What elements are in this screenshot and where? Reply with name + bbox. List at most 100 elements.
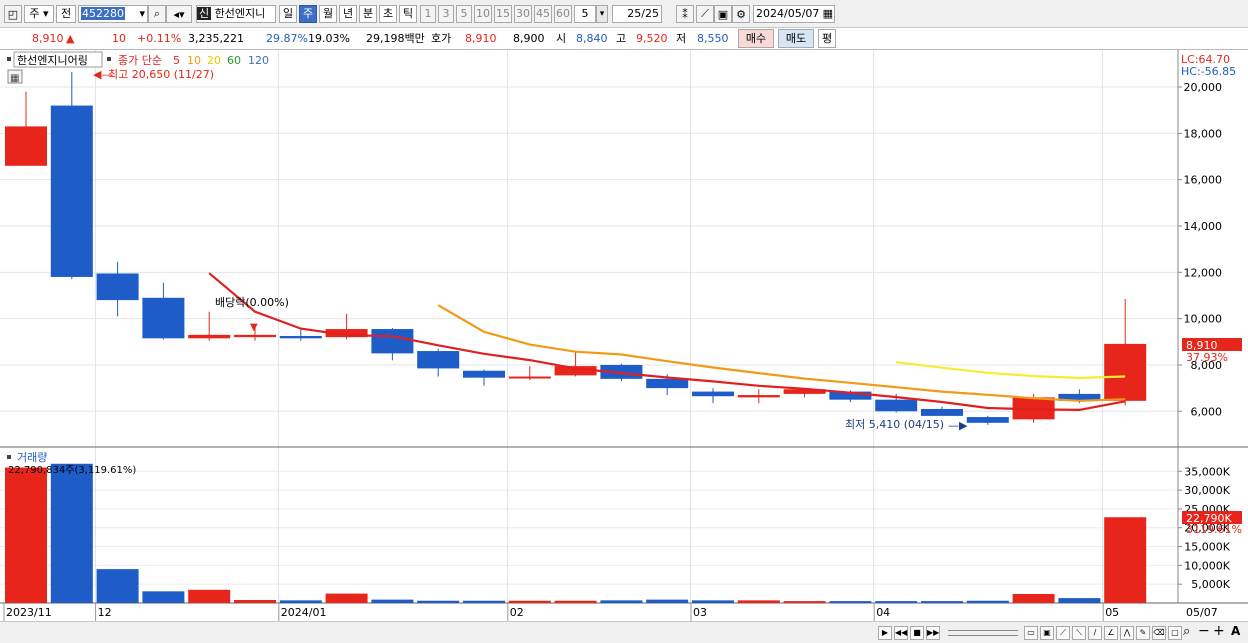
draw-icon[interactable]: ⟍ <box>1072 626 1086 640</box>
layout2-icon[interactable]: ▣ <box>1040 626 1054 640</box>
tab-monthly[interactable]: 월 <box>319 5 337 23</box>
interval-5[interactable]: 5 <box>456 5 472 23</box>
stock-code-input[interactable]: 452280 ▾ <box>78 5 148 23</box>
candle-body <box>188 334 231 339</box>
candle-body <box>508 376 551 379</box>
candle-body <box>921 408 963 416</box>
candle-body <box>234 334 276 338</box>
candle-body <box>463 370 505 378</box>
prev-button[interactable]: 전 <box>56 5 76 23</box>
volume-ratio: 29.87% <box>266 32 308 45</box>
change-percent: +0.11% <box>137 32 182 45</box>
window-icon[interactable]: ◰ <box>4 5 22 23</box>
rewind-icon[interactable]: ◀◀ <box>894 626 908 640</box>
tab-weekly[interactable]: 주 <box>299 5 317 23</box>
unit-dropdown[interactable]: ▾ <box>596 5 608 23</box>
stock-name-field[interactable]: 신 한선엔지니 <box>196 5 276 23</box>
ray-icon[interactable]: ∠ <box>1104 626 1118 640</box>
stock-chart[interactable]: 6,0008,00010,00012,00014,00016,00018,000… <box>0 50 1248 621</box>
compare-icon[interactable]: ⁑ <box>676 5 694 23</box>
x-tick-label: 04 <box>876 606 890 619</box>
volume-bar <box>1104 517 1147 603</box>
date-input[interactable]: 2024/05/07 ▦ <box>753 5 835 23</box>
candle-body <box>279 336 322 339</box>
legend-ma-label: 종가 단순 <box>118 54 162 67</box>
speaker-icon[interactable]: ◂▾ <box>166 5 192 23</box>
ask-price: 8,910 <box>465 32 497 45</box>
volume-legend-marker <box>7 455 11 459</box>
period-select[interactable]: 주 ▾ <box>24 5 54 23</box>
tab-second[interactable]: 초 <box>379 5 397 23</box>
x-end-label: 05/07 <box>1186 606 1218 619</box>
legend-ma-20: 20 <box>207 54 221 67</box>
candle-body <box>737 395 780 398</box>
up-arrow-icon: ▲ <box>66 32 75 45</box>
zoom-slider[interactable] <box>948 630 1018 636</box>
ask-label: 호가 <box>431 32 452 45</box>
fit-icon[interactable]: ▢ <box>1168 626 1182 640</box>
volume-bar <box>875 601 918 603</box>
fibo-icon[interactable]: ⋀ <box>1120 626 1134 640</box>
volume-bar <box>1012 593 1055 603</box>
volume-bar <box>279 600 322 603</box>
bottom-toolbar: ▶ ◀◀ ■ ▶▶ ▭ ▣ ⟋ ⟍ / ∠ ⋀ ✎ ⌫ ▢ ⌕ − + A <box>0 621 1248 643</box>
interval-10[interactable]: 10 <box>474 5 492 23</box>
save-icon[interactable]: ▣ <box>714 5 732 23</box>
volume-bar <box>783 601 826 603</box>
legend-ma-120: 120 <box>248 54 269 67</box>
volume-bar <box>188 589 231 603</box>
volume-value: 3,235,221 <box>188 32 244 45</box>
pen-icon[interactable]: ✎ <box>1136 626 1150 640</box>
legend-marker <box>7 57 11 61</box>
font-size-icon[interactable]: A <box>1231 624 1240 638</box>
price-tick-label: 10,000 <box>1184 313 1223 326</box>
avg-button[interactable]: 평 <box>818 29 836 48</box>
stop-icon[interactable]: ■ <box>910 626 924 640</box>
period-label: 주 <box>29 7 40 20</box>
scroll-right-icon[interactable]: ▶ <box>878 626 892 640</box>
interval-45[interactable]: 45 <box>534 5 552 23</box>
bid-price: 8,900 <box>513 32 545 45</box>
volume-bar <box>646 599 689 603</box>
interval-15[interactable]: 15 <box>494 5 512 23</box>
calendar-icon[interactable]: ▦ <box>823 6 833 22</box>
interval-3[interactable]: 3 <box>438 5 454 23</box>
magnifier-icon[interactable]: ⌕ <box>1183 624 1190 639</box>
tab-minute[interactable]: 분 <box>359 5 377 23</box>
zoom-in-icon[interactable]: + <box>1213 623 1225 639</box>
tab-daily[interactable]: 일 <box>279 5 297 23</box>
buy-button[interactable]: 매수 <box>738 29 774 48</box>
layout-icon[interactable]: ▭ <box>1024 626 1038 640</box>
volume-tick-label: 10,000K <box>1184 559 1230 572</box>
eraser-icon[interactable]: ⌫ <box>1152 626 1166 640</box>
draw-tool-icon[interactable]: ⟋ <box>696 5 714 23</box>
x-tick-label: 03 <box>693 606 707 619</box>
candle-body <box>142 297 185 339</box>
tab-yearly[interactable]: 년 <box>339 5 357 23</box>
trend-icon[interactable]: ⟋ <box>1056 626 1070 640</box>
interval-30[interactable]: 30 <box>514 5 532 23</box>
tab-tick[interactable]: 틱 <box>399 5 417 23</box>
gear-icon[interactable]: ⚙ <box>732 5 750 23</box>
price-tick-label: 14,000 <box>1184 220 1223 233</box>
search-icon[interactable]: ⌕ <box>148 5 166 23</box>
open-label: 시 <box>556 32 567 45</box>
hc-value: HC:-56.85 <box>1181 65 1236 78</box>
line-icon[interactable]: / <box>1088 626 1102 640</box>
price-tick-label: 16,000 <box>1184 174 1223 187</box>
volume-bar <box>508 600 551 603</box>
volume-bar <box>142 591 185 603</box>
sell-button[interactable]: 매도 <box>778 29 814 48</box>
interval-60[interactable]: 60 <box>554 5 572 23</box>
high-price: 9,520 <box>636 32 668 45</box>
interval-1[interactable]: 1 <box>420 5 436 23</box>
unit-input[interactable]: 5 <box>574 5 596 23</box>
chevron-down-icon: ▾ <box>139 7 145 20</box>
volume-tag-percent: 3119.61% <box>1186 523 1242 536</box>
fast-forward-icon[interactable]: ▶▶ <box>926 626 940 640</box>
zoom-out-icon[interactable]: − <box>1198 623 1210 639</box>
candle-body <box>692 391 734 397</box>
volume-tick-label: 35,000K <box>1184 465 1230 478</box>
table-icon-glyph: ▦ <box>10 73 19 84</box>
price-tick-label: 18,000 <box>1184 127 1223 140</box>
